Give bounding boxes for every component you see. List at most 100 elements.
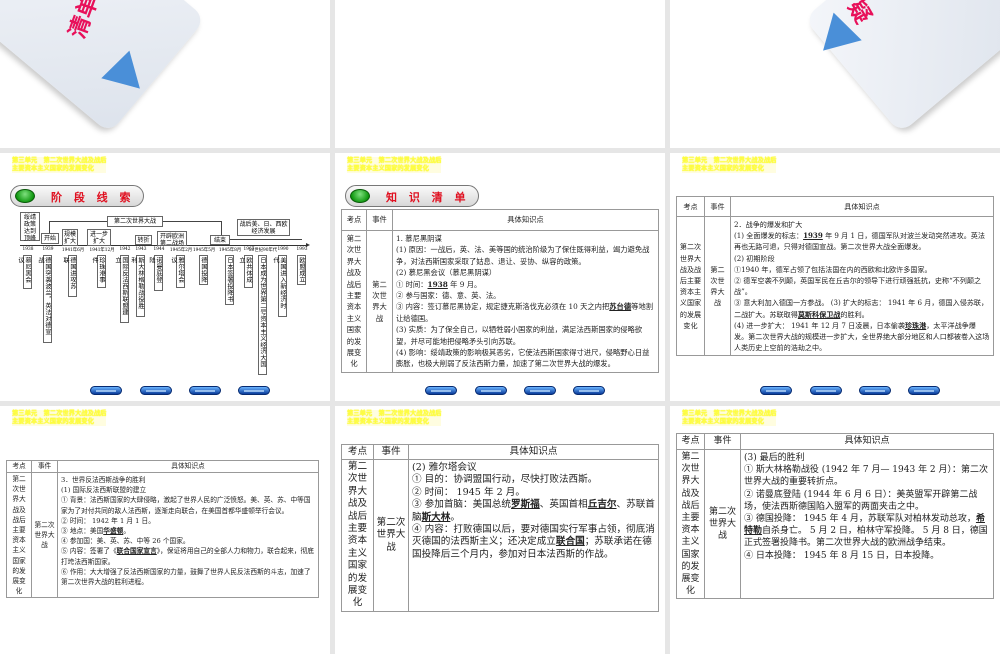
shijian-cell: 第二次世界大战 — [366, 230, 393, 373]
text-segment: 2．战争的爆发和扩大 — [734, 220, 803, 229]
key-term: 华盛顿 — [103, 527, 124, 536]
table-header-row: 考点 事件 具体知识点 — [341, 444, 659, 460]
knowledge-paragraph: ② 德军空袭不列颠，英国军民在丘吉尔的领导下进行顽强抵抗，史称“不列颠之战”。 — [734, 275, 990, 297]
knowledge-paragraph: ⑥ 作用：大大增强了反法西斯国家的力量，鼓舞了世界人民反法西斯的斗志，加速了第二… — [61, 567, 315, 587]
slide-thumbnail-2[interactable] — [335, 0, 665, 148]
table-row: 第二次世界大战及战后主要资本主义国家的发展变化 第二次世界大战 (2) 雅尔塔会… — [341, 459, 659, 612]
unit-title: 第三单元 第二次世界大战及战后 主要资本主义国家的发展变化 — [347, 410, 442, 426]
stage-box: 战后美、日、西欧经济发展 — [237, 219, 290, 236]
text-segment: ③ 参加首脑：美国总统 — [412, 499, 511, 511]
nav-button-1[interactable] — [90, 386, 122, 395]
header-zhishi: 具体知识点 — [392, 209, 659, 231]
text-segment: (2) 雅尔塔会议 — [412, 462, 477, 473]
nav-button-4[interactable] — [908, 386, 940, 395]
timeline-event: 慕尼黑会议 — [17, 255, 32, 289]
knowledge-table: 考点 事件 具体知识点 第二次世界大战及战后主要资本主义国家的发展变化 第二次世… — [341, 209, 659, 373]
table-header-row: 考点 事件 具体知识点 — [6, 460, 319, 473]
timeline-year: 1945年5月 — [192, 248, 216, 253]
nav-button-1[interactable] — [760, 386, 792, 395]
text-segment: (4) 影响：绥靖政策的影响极其恶劣，它使法西斯国家得寸进尺，侵略野心日益膨胀，… — [396, 348, 650, 369]
slide-thumbnail-final-victory[interactable]: 第三单元 第二次世界大战及战后 主要资本主义国家的发展变化 考点 事件 具体知识点… — [670, 406, 1000, 654]
slide-thumbnail-victory[interactable]: 第三单元 第二次世界大战及战后 主要资本主义国家的发展变化 考点 事件 具体知识点… — [0, 406, 330, 654]
text-segment: ④ 日本投降： 1945 年 8 月 15 日，日本投降。 — [744, 550, 940, 561]
nav-button-3[interactable] — [859, 386, 891, 395]
knowledge-paragraph: 3．世界反法西斯战争的胜利 — [61, 475, 315, 485]
slide-thumbnail-yalta[interactable]: 第三单元 第二次世界大战及战后 主要资本主义国家的发展变化 考点 事件 具体知识点… — [335, 406, 665, 654]
shijian-cell: 第二次世界大战 — [704, 215, 731, 357]
key-term: 1938 — [427, 279, 448, 289]
header-shijian: 事件 — [704, 196, 731, 217]
table-header-row: 考点 事件 具体知识点 — [676, 196, 994, 217]
knowledge-paragraph: ①1940 年，德军占领了包括法国在内的西欧和北欧许多国家。 — [734, 264, 990, 275]
slide-thumbnail-1[interactable]: 清单 — [0, 0, 330, 148]
stage-box: 进一步扩大 — [87, 229, 111, 246]
header-zhishi: 具体知识点 — [408, 444, 659, 460]
nav-button-4[interactable] — [573, 386, 605, 395]
kaodian-cell: 第二次世界大战及战后主要资本主义国家的发展变化 — [676, 215, 705, 357]
slide-thumbnail-munich[interactable]: 第三单元 第二次世界大战及战后 主要资本主义国家的发展变化知 识 清 单 考点 事… — [335, 153, 665, 401]
slide-thumbnail-outbreak[interactable]: 第三单元 第二次世界大战及战后 主要资本主义国家的发展变化 考点 事件 具体知识点… — [670, 153, 1000, 401]
nav-button-2[interactable] — [810, 386, 842, 395]
timeline-year: 1943 — [135, 247, 147, 252]
timeline-year: 1939 — [42, 247, 54, 252]
slide-thumbnail-timeline[interactable]: 第三单元 第二次世界大战及战后 主要资本主义国家的发展变化 阶 段 线 索 193… — [0, 153, 330, 401]
text-segment: 自杀身亡。 5 月 2 日，柏林守军投降。 5 月 8 日，德国正式签署投降书。… — [744, 526, 988, 549]
header-shijian: 事件 — [366, 209, 393, 231]
header-zhishi: 具体知识点 — [740, 433, 994, 450]
text-segment: 年 9 月。 — [447, 279, 482, 289]
text-segment: 、英国首相 — [539, 499, 588, 511]
decorative-card — [0, 0, 206, 134]
knowledge-paragraph: (1) 原因：一战后，英、法、美等国的统治阶级为了保住既得利益，竭力避免战争，对… — [396, 244, 655, 267]
knowledge-paragraph: ⑤ 内容：签署了《联合国家宣言》，保证将用自己的全部人力和物力，联合起来，彻底打… — [61, 546, 315, 566]
text-segment: (2) 慕尼黑会议（慕尼黑阴谋） — [396, 268, 497, 278]
text-segment: ① 目的：协调盟国行动，尽快打败法西斯。 — [412, 474, 598, 486]
knowledge-paragraph: ② 时间： 1942 年 1 月 1 日。 — [61, 516, 315, 526]
knowledge-table: 考点 事件 具体知识点 第二次世界大战及战后主要资本主义国家的发展变化 第二次世… — [341, 444, 659, 612]
text-segment: ③ 内容：签订慕尼黑协定，规定捷克斯洛伐克必须在 10 天之内把 — [396, 302, 610, 312]
timeline-year: 1945年2月 — [169, 248, 193, 253]
nav-button-3[interactable] — [189, 386, 221, 395]
knowledge-paragraph: ② 参与国家：德、意、英、法。 — [396, 290, 655, 301]
slide-thumbnail-3[interactable]: 疑 — [670, 0, 1000, 148]
knowledge-paragraph: ③ 参加首脑：美国总统罗斯福、英国首相丘吉尔、苏联首脑斯大林。 — [412, 499, 655, 524]
nav-button-3[interactable] — [524, 386, 556, 395]
knowledge-table: 考点 事件 具体知识点 第二次世界大战及战后主要资本主义国家的发展变化 第二次世… — [676, 196, 994, 357]
timeline-event: 德国投降 — [199, 255, 208, 285]
shijian-cell: 第二次世界大战 — [704, 448, 741, 600]
nav-button-2[interactable] — [475, 386, 507, 395]
timeline-year: 1941年12月 — [89, 248, 115, 253]
knowledge-paragraph: ① 斯大林格勒战役 (1942 年 7 月— 1943 年 2 月）：第二次世界… — [744, 464, 990, 488]
knowledge-paragraph: 2．战争的爆发和扩大 — [734, 219, 990, 230]
knowledge-cell: 3．世界反法西斯战争的胜利 (1) 国际反法西斯联盟的建立 ① 背景：法西斯国家的大… — [57, 471, 319, 599]
war-label: 第二次世界大战 — [107, 216, 163, 227]
table-row: 第二次世界大战及战后主要资本主义国家的发展变化 第二次世界大战 2．战争的爆发和… — [676, 215, 994, 357]
kaodian-cell: 第二次世界大战及战后主要资本主义国家的发展变化 — [341, 230, 367, 373]
nav-button-4[interactable] — [238, 386, 270, 395]
kaodian-cell: 第二次世界大战及战后主要资本主义国家的发展变化 — [676, 448, 705, 600]
timeline-year: 20世纪90年代 — [248, 248, 278, 253]
table-header-row: 考点 事件 具体知识点 — [676, 433, 994, 450]
nav-button-1[interactable] — [425, 386, 457, 395]
header-kaodian: 考点 — [341, 444, 374, 460]
table-row: 第二次世界大战及战后主要资本主义国家的发展变化 第二次世界大战 1. 慕尼黑阴谋… — [341, 230, 659, 373]
timeline-year: 1942 — [119, 247, 131, 252]
timeline-event: 美国进入新经济时代 — [272, 255, 287, 317]
text-segment: ①1940 年，德军占领了包括法国在内的西欧和北欧许多国家。 — [734, 264, 932, 274]
nav-button-2[interactable] — [140, 386, 172, 395]
text-segment: ③ 地点：美国 — [61, 527, 104, 536]
unit-title: 第三单元 第二次世界大战及战后 主要资本主义国家的发展变化 — [12, 410, 107, 426]
text-segment: (1) 全面爆发的标志： — [734, 231, 804, 241]
text-segment: ② 时间： 1945 年 2 月。 — [412, 486, 525, 498]
table-row: 第二次世界大战及战后主要资本主义国家的发展变化 第二次世界大战 (3) 最后的胜… — [676, 448, 994, 600]
knowledge-paragraph: (4) 影响：绥靖政策的影响极其恶劣，它使法西斯国家得寸进尺，侵略野心日益膨胀，… — [396, 347, 655, 370]
knowledge-paragraph: (1) 全面爆发的标志：1939 年 9 月 1 日，德国军队对波兰发动突然进攻… — [734, 230, 990, 252]
knowledge-paragraph: ② 诺曼底登陆 (1944 年 6 月 6 日）：美英盟军开辟第二战场，使法西斯… — [744, 489, 990, 513]
shijian-cell: 第二次世界大战 — [31, 471, 58, 599]
knowledge-paragraph: 1. 慕尼黑阴谋 — [396, 233, 655, 244]
timeline-year: 1945年8月 — [218, 248, 242, 253]
key-term: 罗斯福 — [511, 499, 540, 511]
knowledge-paragraph: (2) 雅尔塔会议 — [412, 462, 655, 474]
key-term: 联合国 — [555, 536, 585, 548]
table-header-row: 考点 事件 具体知识点 — [341, 209, 659, 231]
knowledge-cell: 1. 慕尼黑阴谋 (1) 原因：一战后，英、法、美等国的统治阶级为了保住既得利益，… — [392, 230, 659, 373]
